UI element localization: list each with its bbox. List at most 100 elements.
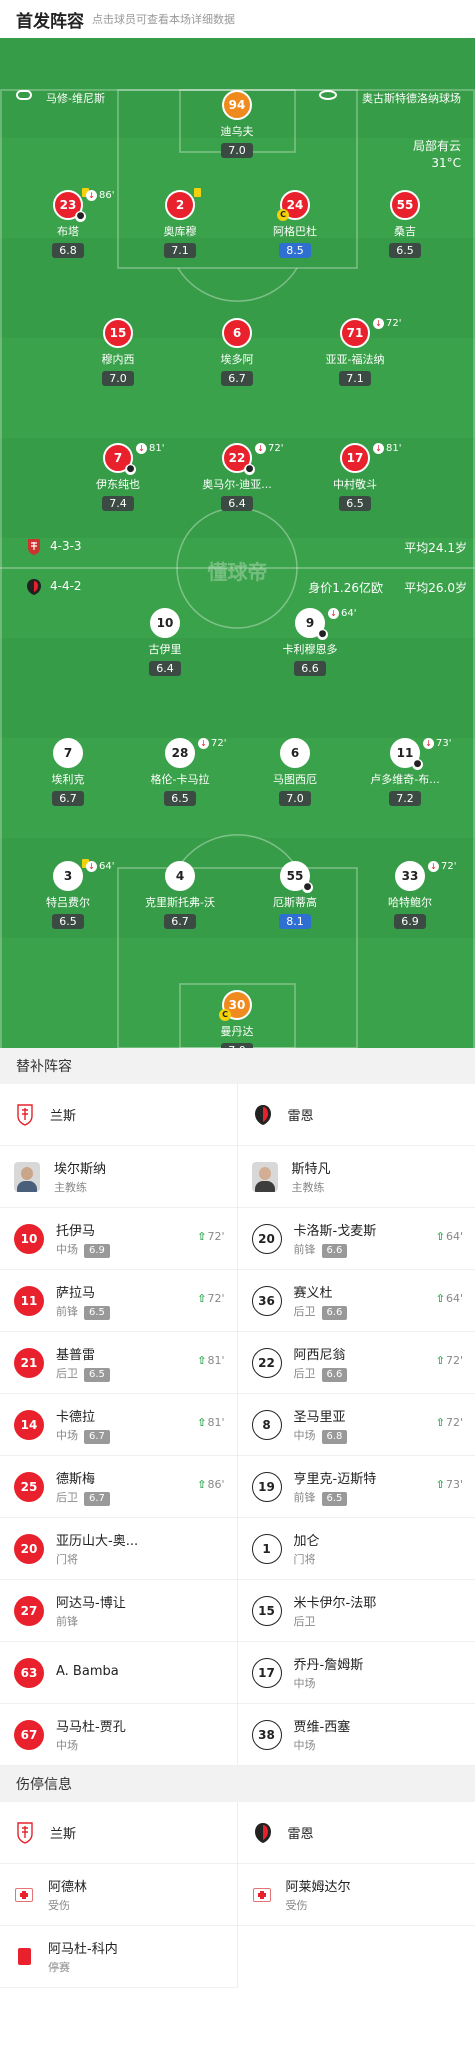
sub-number: 17 bbox=[251, 1657, 282, 1688]
substitute-row[interactable]: 20 卡洛斯-戈麦斯 前锋 6.6 ⇧64' bbox=[237, 1208, 475, 1270]
player-rating: 6.4 bbox=[221, 496, 253, 511]
away-player[interactable]: 10 古伊里 6.4 bbox=[105, 608, 225, 676]
away-player[interactable]: 3 ↓ 64' 特吕费尔 6.5 bbox=[8, 859, 128, 929]
weather-temperature: 31°C bbox=[431, 156, 461, 170]
away-team-row[interactable]: 雷恩 bbox=[237, 1802, 475, 1864]
home-player[interactable]: 2 奥库穆 7.1 bbox=[120, 188, 240, 258]
sub-number: 8 bbox=[251, 1409, 282, 1440]
home-player[interactable]: 17 ↓ 81' 中村敬斗 6.5 bbox=[295, 443, 415, 511]
away-coach-row[interactable]: 斯特凡 主教练 bbox=[237, 1146, 475, 1208]
sub-position-line: 中场 bbox=[294, 1675, 364, 1691]
substitute-row[interactable]: 19 亨里克-迈斯特 前锋 6.5 ⇧73' bbox=[237, 1456, 475, 1518]
player-name: 特吕费尔 bbox=[46, 896, 90, 909]
player-number: 4 bbox=[175, 869, 185, 883]
sub-off-minute: 64' bbox=[99, 861, 115, 872]
substitute-row[interactable]: 22 阿西尼翁 后卫 6.6 ⇧72' bbox=[237, 1332, 475, 1394]
injury-section-title: 伤停信息 bbox=[16, 1777, 72, 1793]
injury-columns: 兰斯 阿德林 受伤 阿马杜-科内 停赛 雷恩 阿莱姆达尔 受伤 bbox=[0, 1802, 475, 1988]
player-rating: 6.7 bbox=[52, 791, 84, 806]
substitute-row[interactable]: 8 圣马里亚 中场 6.8 ⇧72' bbox=[237, 1394, 475, 1456]
subs-section-header: 替补阵容 bbox=[0, 1048, 475, 1084]
home-player[interactable]: 15 穆内西 7.0 bbox=[58, 318, 178, 386]
home-player[interactable]: 23 ● ↓ 86' 布塔 6.8 bbox=[8, 188, 128, 258]
home-player[interactable]: 94 迪乌夫 7.0 bbox=[177, 90, 297, 158]
home-player[interactable]: 22 ● ↓ 72' 奥马尔-迪亚... 6.4 bbox=[177, 443, 297, 511]
bench-and-injuries: 替补阵容 兰斯 埃尔斯纳 主教练 10 托伊马 中场 6.9 ⇧72' 11 萨拉马 前锋 6.5… bbox=[0, 1048, 475, 1988]
home-player[interactable]: 6 埃多阿 6.7 bbox=[177, 318, 297, 386]
sub-off-minute: 72' bbox=[386, 318, 402, 329]
player-number: 30 bbox=[228, 998, 246, 1012]
sub-name: 基普雷 bbox=[56, 1347, 96, 1363]
sub-on-arrow-icon: ⇧ bbox=[435, 1478, 445, 1491]
sub-on-arrow-icon: ⇧ bbox=[435, 1292, 445, 1305]
away-player[interactable]: 11 ● ↓ 73' 卢多维奇-布... 7.2 bbox=[345, 738, 465, 806]
away-average-age: 平均26.0岁 bbox=[404, 581, 467, 595]
home-team-row[interactable]: 兰斯 bbox=[0, 1802, 237, 1864]
sub-position-line: 后卫 6.6 bbox=[294, 1303, 348, 1320]
away-player[interactable]: 6 马图西厄 7.0 bbox=[235, 738, 355, 806]
substitute-row[interactable]: 27 阿达马-博让 前锋 bbox=[0, 1580, 237, 1642]
player-rating: 6.5 bbox=[339, 496, 371, 511]
away-subs-column: 雷恩 斯特凡 主教练 20 卡洛斯-戈麦斯 前锋 6.6 ⇧64' 36 赛义杜 后卫 6.6 ⇧6… bbox=[237, 1084, 475, 1766]
sub-position: 门将 bbox=[56, 1553, 78, 1566]
player-number-circle: 23 ● bbox=[53, 190, 86, 222]
home-player[interactable]: 7 ● ↓ 81' 伊东纯也 7.4 bbox=[58, 443, 178, 511]
substitute-row[interactable]: 10 托伊马 中场 6.9 ⇧72' bbox=[0, 1208, 237, 1270]
coach-avatar bbox=[251, 1161, 278, 1192]
away-player[interactable]: 55 ● 厄斯蒂高 8.1 bbox=[235, 861, 355, 929]
sub-name: 阿达马-博让 bbox=[56, 1596, 126, 1611]
substitute-row[interactable]: 15 米卡伊尔-法耶 后卫 bbox=[237, 1580, 475, 1642]
sub-rating: 6.6 bbox=[321, 1305, 348, 1320]
injury-row[interactable]: 阿莱姆达尔 受伤 bbox=[237, 1864, 475, 1926]
player-number-circle: 6 bbox=[280, 738, 310, 768]
player-name: 哈特鲍尔 bbox=[388, 896, 432, 909]
substitute-row[interactable]: 1 加仑 门将 bbox=[237, 1518, 475, 1580]
home-player[interactable]: 55 桑吉 6.5 bbox=[345, 190, 465, 258]
substitute-row[interactable]: 20 亚历山大-奥... 门将 bbox=[0, 1518, 237, 1580]
player-number: 55 bbox=[396, 198, 414, 212]
player-rating: 7.1 bbox=[339, 371, 371, 386]
home-coach-row[interactable]: 埃尔斯纳 主教练 bbox=[0, 1146, 237, 1208]
away-player[interactable]: 9 ● ↓ 64' 卡利穆恩多 6.6 bbox=[250, 608, 370, 676]
sub-position: 前锋 bbox=[293, 1490, 316, 1504]
sub-on-arrow-icon: ⇧ bbox=[197, 1292, 207, 1305]
player-rating: 6.4 bbox=[149, 661, 181, 676]
away-player[interactable]: 33 ↓ 72' 哈特鲍尔 6.9 bbox=[350, 861, 470, 929]
substitute-row[interactable]: 11 萨拉马 前锋 6.5 ⇧72' bbox=[0, 1270, 237, 1332]
substitute-row[interactable]: 17 乔丹-詹姆斯 中场 bbox=[237, 1642, 475, 1704]
home-team-row[interactable]: 兰斯 bbox=[0, 1084, 237, 1146]
substitute-row[interactable]: 14 卡德拉 中场 6.7 ⇧81' bbox=[0, 1394, 237, 1456]
away-team-row[interactable]: 雷恩 bbox=[237, 1084, 475, 1146]
substitute-row[interactable]: 67 马马杜-贾孔 中场 bbox=[0, 1704, 237, 1766]
substitute-row[interactable]: 63 A. Bamba bbox=[0, 1642, 237, 1704]
home-formation: 4-3-3 bbox=[50, 539, 82, 553]
home-player[interactable]: 71 ↓ 72' 亚亚-福法纳 7.1 bbox=[295, 318, 415, 386]
substitute-row[interactable]: 21 基普雷 后卫 6.5 ⇧81' bbox=[0, 1332, 237, 1394]
substitute-row[interactable]: 38 贾维-西塞 中场 bbox=[237, 1704, 475, 1766]
sub-on-arrow-icon: ⇧ bbox=[435, 1416, 445, 1429]
sub-on-minute: 73' bbox=[445, 1478, 463, 1491]
sub-position: 后卫 bbox=[56, 1490, 78, 1504]
away-player[interactable]: 30C曼丹达7.0 bbox=[177, 990, 297, 1048]
substitute-row[interactable]: 25 德斯梅 后卫 6.7 ⇧86' bbox=[0, 1456, 237, 1518]
player-name: 曼丹达 bbox=[220, 1025, 254, 1038]
sub-on-minute: 81' bbox=[207, 1354, 225, 1367]
injured-player-name: 阿马杜-科内 bbox=[48, 1942, 118, 1957]
sub-on-minute: 72' bbox=[207, 1292, 225, 1305]
injury-row[interactable]: 阿马杜-科内 停赛 bbox=[0, 1926, 237, 1988]
player-name: 布塔 bbox=[57, 225, 79, 238]
injury-row[interactable]: 阿德林 受伤 bbox=[0, 1864, 237, 1926]
sub-name: 卡德拉 bbox=[56, 1409, 96, 1425]
sub-position-line: 前锋 bbox=[56, 1613, 126, 1629]
home-player[interactable]: 24 C 阿格巴杜 8.5 bbox=[235, 190, 355, 258]
away-player[interactable]: 28 ↓ 72' 格伦-卡马拉 6.5 bbox=[120, 738, 240, 806]
stadium-name: 奥古斯特德洛纳球场 bbox=[362, 92, 461, 105]
sub-number: 63 bbox=[14, 1657, 44, 1688]
yellow-card-icon bbox=[194, 188, 201, 197]
away-player[interactable]: 7 埃利克 6.7 bbox=[8, 738, 128, 806]
injured-player-name: 阿莱姆达尔 bbox=[285, 1880, 351, 1895]
away-player[interactable]: 4 克里斯托弗-沃 6.7 bbox=[120, 861, 240, 929]
substitute-row[interactable]: 36 赛义杜 后卫 6.6 ⇧64' bbox=[237, 1270, 475, 1332]
player-number-circle: 4 bbox=[165, 861, 195, 891]
player-rating: 6.7 bbox=[221, 371, 253, 386]
